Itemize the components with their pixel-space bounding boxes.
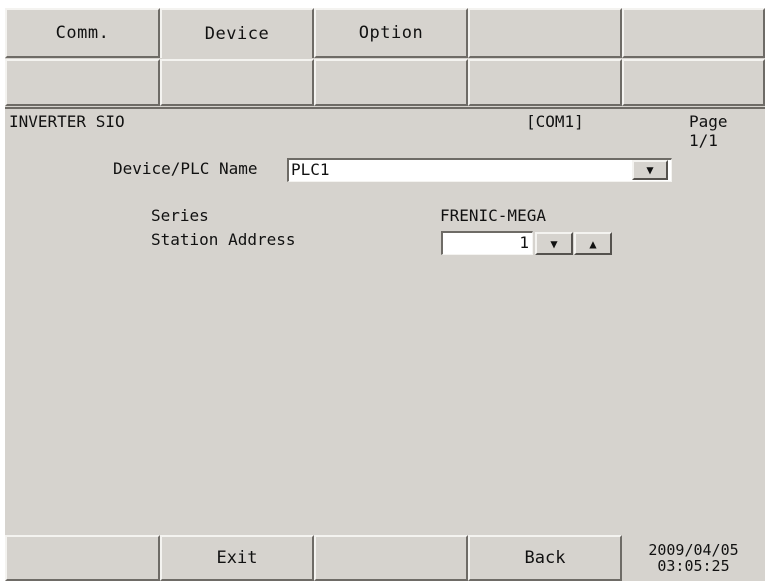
time-text: 03:05:25 (657, 557, 730, 575)
tab-row2-3[interactable] (314, 59, 468, 106)
bottom-blank-1 (5, 535, 160, 581)
back-button[interactable]: Back (468, 535, 622, 581)
header-divider (5, 107, 765, 109)
triangle-down-icon: ▼ (550, 236, 558, 251)
tab-row-secondary (5, 59, 765, 106)
chevron-down-icon: ▼ (646, 163, 654, 177)
date-text: 2009/04/05 (648, 541, 739, 559)
tab-device[interactable]: Device (160, 8, 314, 58)
datetime-display: 2009/04/05 03:05:25 (622, 535, 765, 581)
back-button-label: Back (524, 548, 566, 568)
exit-button-label: Exit (216, 548, 258, 568)
station-decrement-button[interactable]: ▼ (535, 232, 573, 255)
bottom-bar: Exit Back 2009/04/05 03:05:25 (5, 535, 765, 581)
tab-row-primary: Comm. Device Option (5, 8, 765, 58)
tab-row2-4[interactable] (468, 59, 622, 106)
device-name-dropdown-button[interactable]: ▼ (632, 160, 668, 180)
tab-comm-label: Comm. (55, 23, 110, 43)
page-indicator: Page 1/1 (689, 112, 728, 150)
tab-option-label: Option (358, 23, 424, 43)
triangle-up-icon: ▲ (589, 236, 597, 251)
settings-screen: Comm. Device Option INVERTER SIO [COM1] … (5, 8, 765, 581)
station-address-input[interactable]: 1 (441, 231, 533, 255)
station-address-label: Station Address (151, 230, 296, 249)
tab-empty-2[interactable] (622, 8, 765, 58)
tab-row2-1[interactable] (5, 59, 160, 106)
tab-comm[interactable]: Comm. (5, 8, 160, 58)
tab-row2-5[interactable] (622, 59, 765, 106)
series-label: Series (151, 206, 209, 225)
device-name-value: PLC1 (291, 160, 330, 179)
tab-row2-2[interactable] (160, 59, 314, 106)
station-increment-button[interactable]: ▲ (574, 232, 612, 255)
device-name-label: Device/PLC Name (113, 159, 258, 178)
tab-empty-1[interactable] (468, 8, 622, 58)
series-value: FRENIC-MEGA (440, 206, 546, 225)
device-type-label: INVERTER SIO (9, 112, 125, 131)
exit-button[interactable]: Exit (160, 535, 314, 581)
tab-device-label: Device (204, 24, 270, 44)
tab-option[interactable]: Option (314, 8, 468, 58)
device-name-dropdown[interactable]: PLC1 (287, 158, 672, 182)
bottom-blank-2 (314, 535, 468, 581)
port-label: [COM1] (526, 112, 584, 131)
